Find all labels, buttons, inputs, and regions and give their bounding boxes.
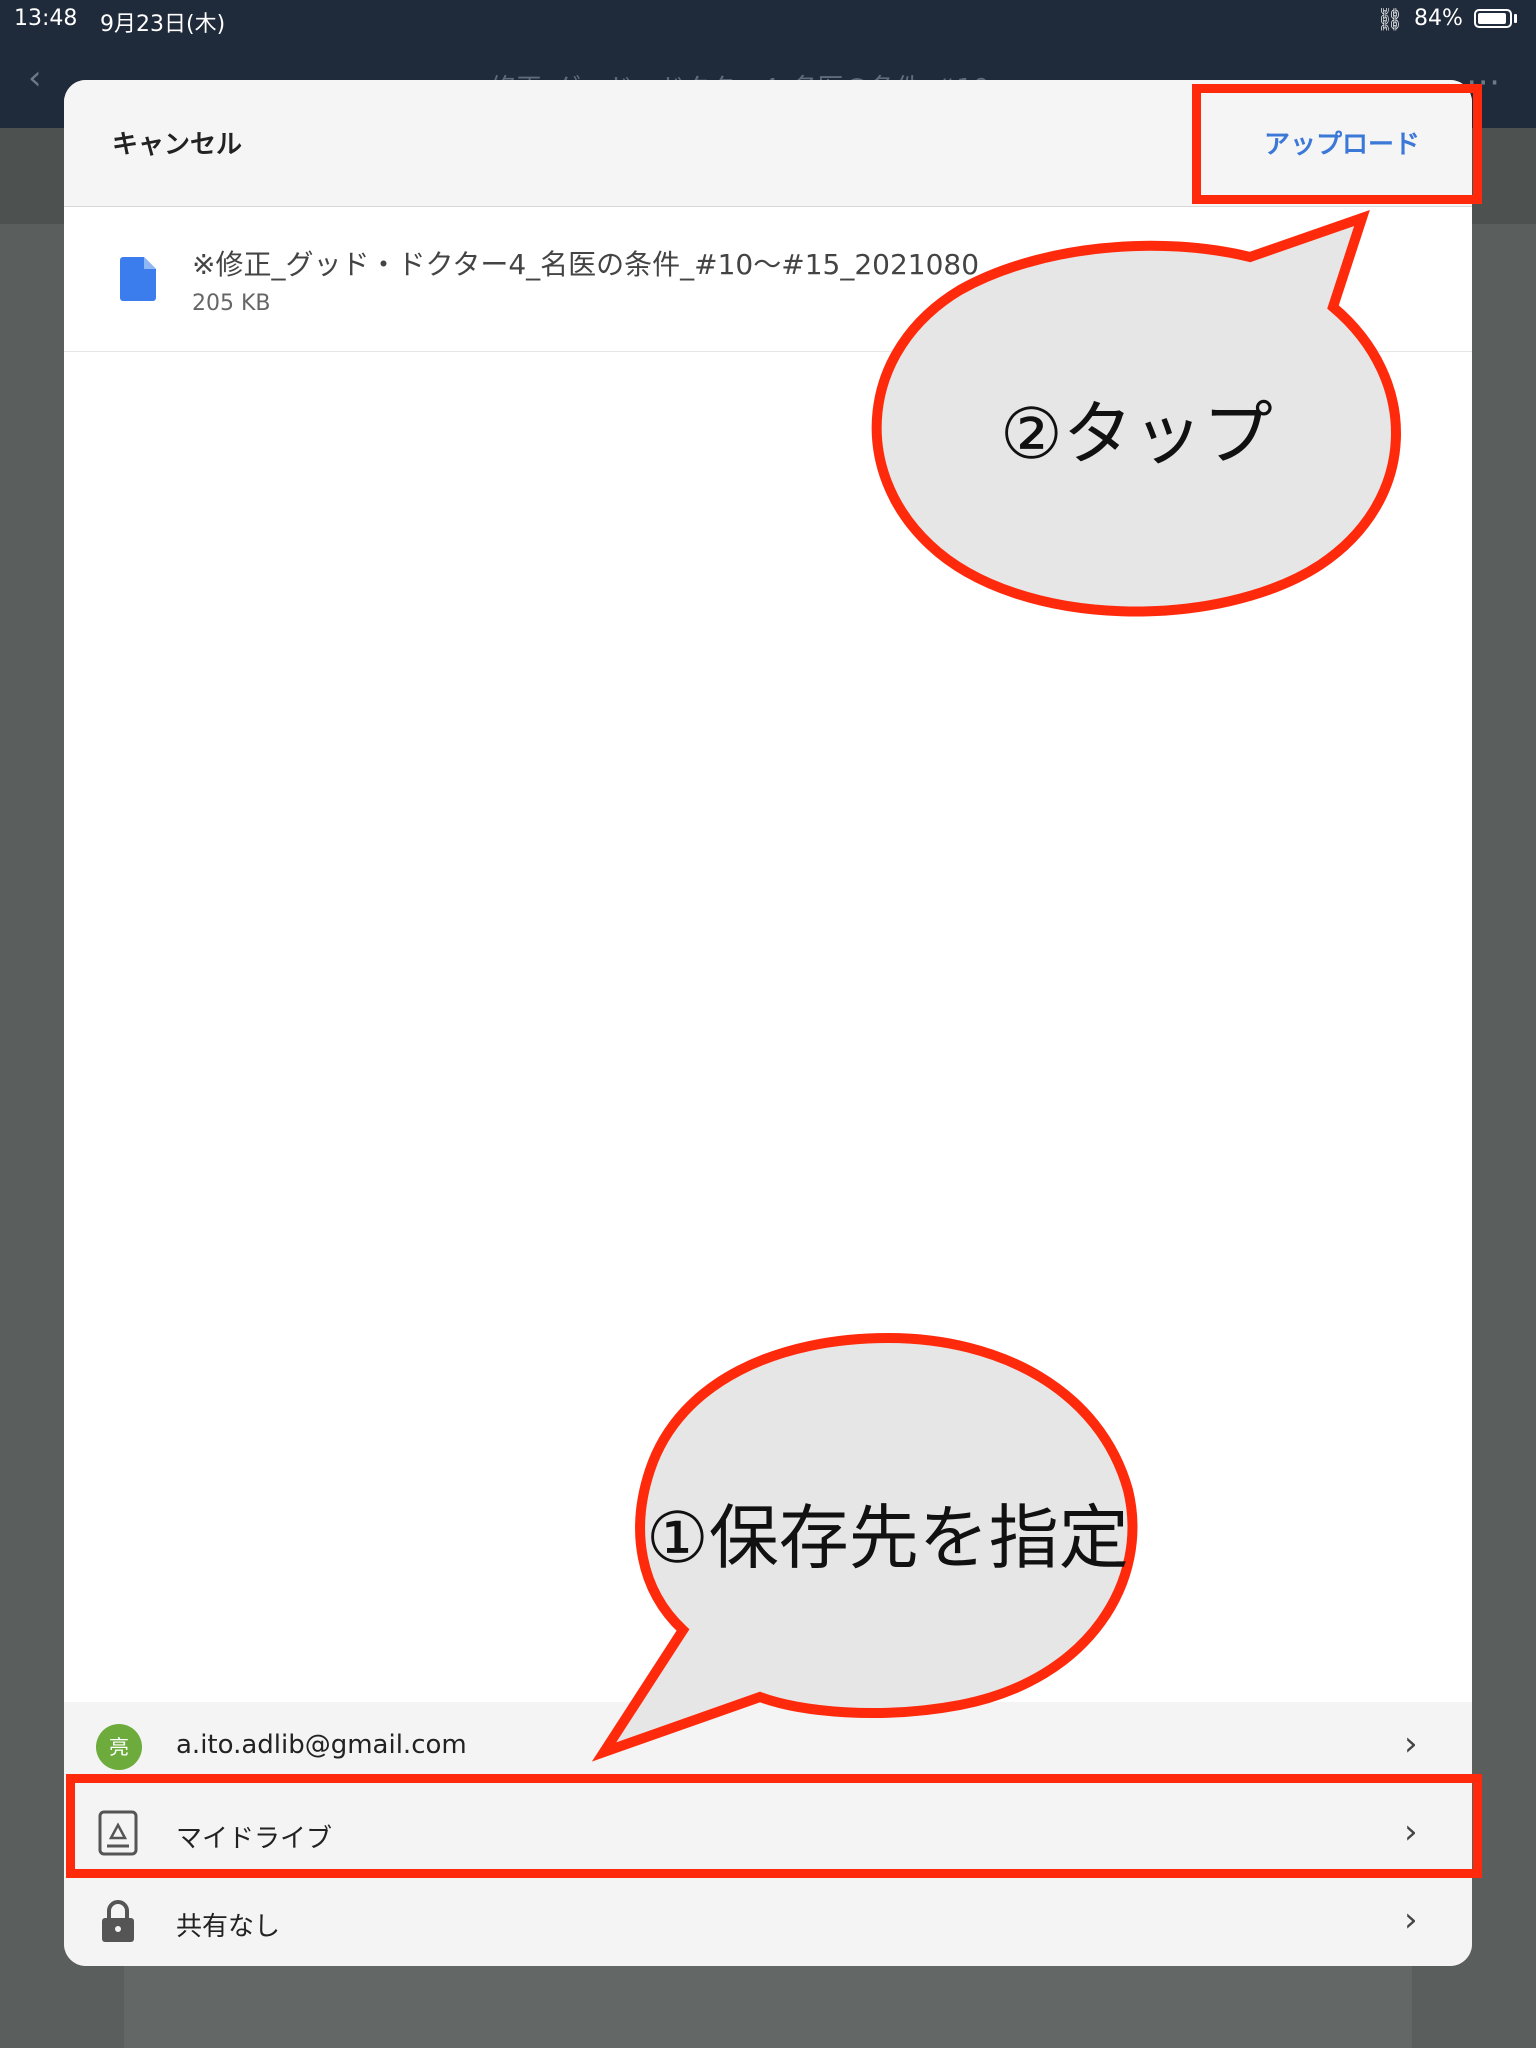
annotation-bubbles [591, 209, 1401, 1762]
bubble-tap-text: ②タップ [1000, 393, 1273, 475]
bubble-dest-text: ①保存先を指定 [646, 1497, 1129, 1579]
